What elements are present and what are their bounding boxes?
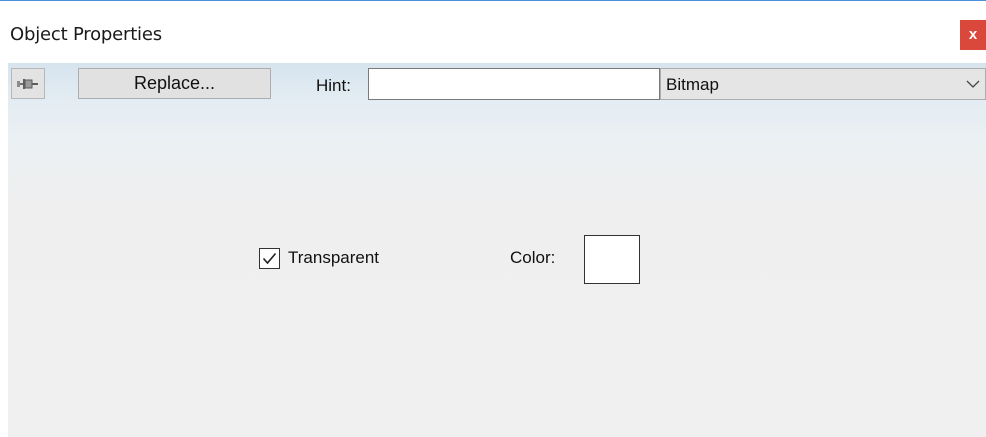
color-label: Color: — [510, 248, 556, 267]
toolbar: Replace... Hint: Bitmap — [8, 63, 986, 109]
pin-button[interactable] — [11, 68, 45, 99]
replace-button[interactable]: Replace... — [78, 68, 271, 99]
title-bar: Object Properties x — [0, 2, 986, 63]
properties-panel — [8, 63, 986, 437]
window-title: Object Properties — [10, 24, 162, 45]
hint-label: Hint: — [316, 76, 351, 95]
close-button[interactable]: x — [960, 20, 986, 50]
pushpin-icon — [17, 78, 38, 89]
transparent-checkbox[interactable] — [259, 248, 280, 269]
chevron-down-icon — [966, 80, 980, 88]
object-properties-window: Object Properties x Replace... Hint: Bit… — [0, 0, 986, 437]
checkmark-icon — [262, 252, 277, 265]
color-swatch[interactable] — [584, 235, 640, 284]
object-type-select[interactable]: Bitmap — [660, 68, 986, 100]
transparent-label[interactable]: Transparent — [288, 248, 379, 268]
close-icon: x — [968, 26, 978, 43]
hint-input[interactable] — [368, 68, 660, 100]
object-type-value: Bitmap — [666, 75, 719, 94]
